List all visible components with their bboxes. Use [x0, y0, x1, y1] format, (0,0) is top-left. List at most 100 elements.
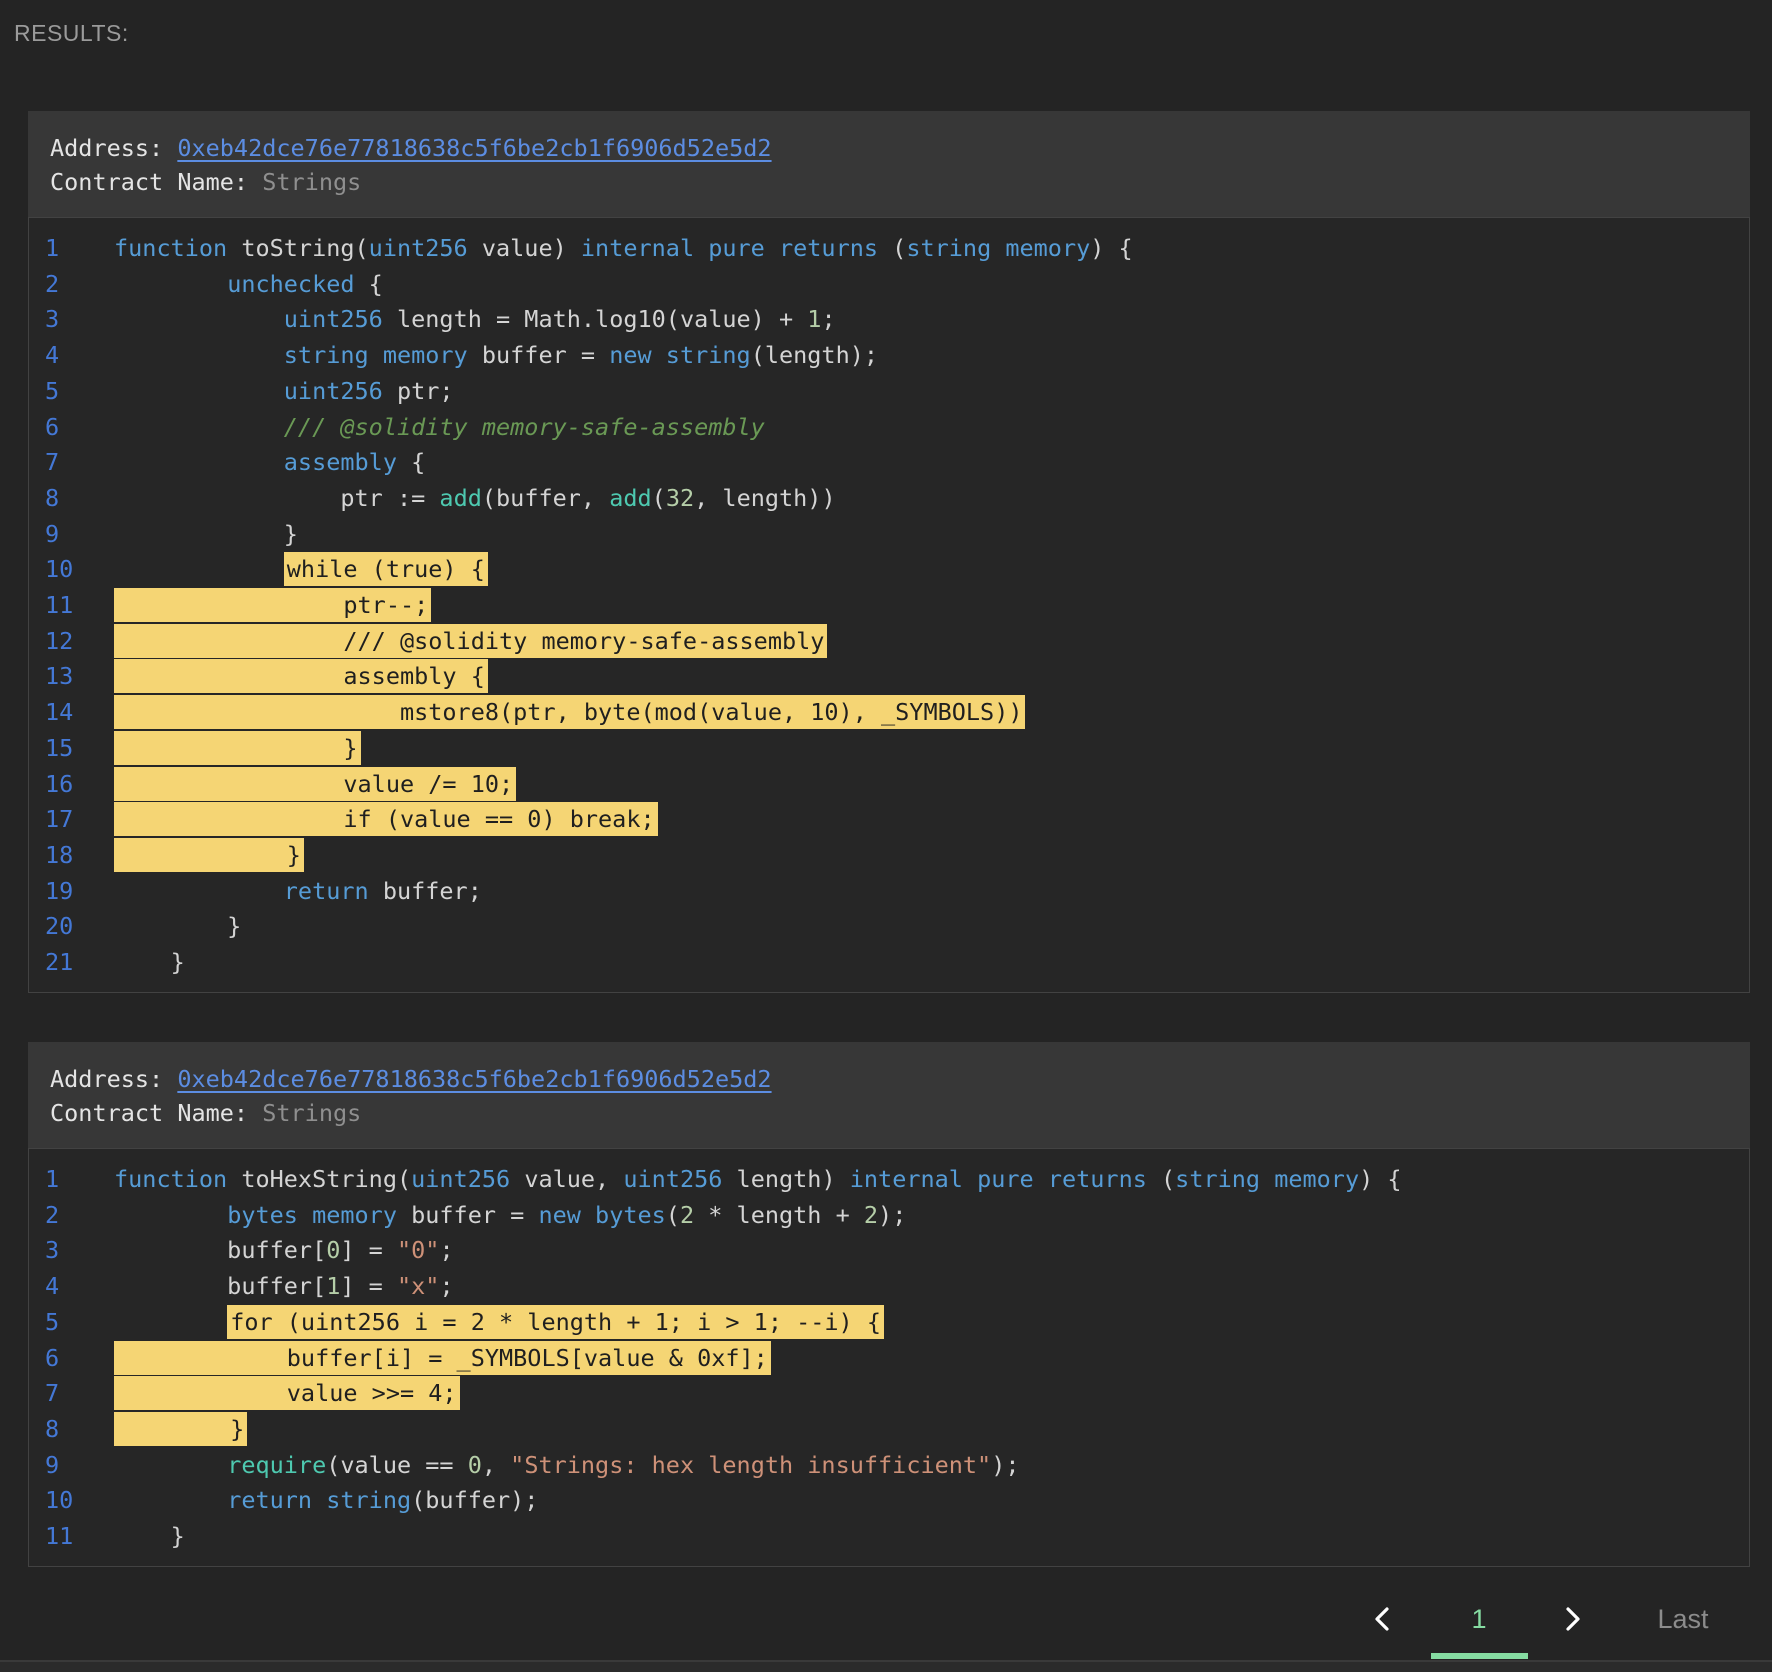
address-label: Address: — [50, 134, 178, 162]
code-text: uint256 ptr; — [283, 376, 454, 405]
results-label: RESULTS: — [14, 20, 129, 46]
line-number: 19 — [45, 876, 74, 905]
search-match-highlight: mstore8(ptr, byte(mod(value, 10), _SYMBO… — [114, 695, 1026, 730]
line-number: 8 — [45, 1414, 60, 1443]
code-block: 1 function toHexString(uint256 value, uin… — [28, 1148, 1750, 1567]
line-number: 4 — [45, 341, 60, 370]
code-text: value /= 10; — [114, 766, 517, 803]
code-line: 8 ptr := add(buffer, add(32, length)) — [29, 481, 1749, 517]
line-number: 11 — [45, 591, 74, 620]
search-match-highlight: value /= 10; — [114, 766, 517, 801]
result-card-header: Address: 0xeb42dce76e77818638c5f6be2cb1f… — [28, 111, 1750, 217]
code-line: 5 uint256 ptr; — [29, 374, 1749, 410]
code-text: require(value == 0, "Strings: hex length… — [227, 1450, 1020, 1479]
address-link[interactable]: 0xeb42dce76e77818638c5f6be2cb1f6906d52e5… — [177, 1065, 771, 1093]
line-number: 6 — [45, 1343, 60, 1372]
line-number: 1 — [45, 234, 60, 262]
code-line: 6 /// @solidity memory-safe-assembly — [29, 410, 1749, 446]
code-line: 1 function toHexString(uint256 value, uin… — [29, 1162, 1749, 1198]
contract-name-label: Contract Name: — [50, 168, 263, 196]
code-line: 3 buffer[0] = "0"; — [29, 1233, 1749, 1269]
code-text: value >>= 4; — [114, 1376, 460, 1412]
line-number: 21 — [45, 948, 74, 977]
search-match-highlight: /// @solidity memory-safe-assembly — [114, 623, 828, 658]
line-number: 18 — [45, 840, 74, 869]
code-text: uint256 length = Math.log10(value) + 1; — [283, 305, 836, 334]
code-text: buffer[i] = _SYMBOLS[value & 0xf]; — [114, 1340, 771, 1377]
code-line: 20 } — [29, 909, 1749, 945]
code-line: 8 } — [29, 1411, 1749, 1448]
code-text: function toString(uint256 value) interna… — [114, 234, 1133, 262]
code-block: 1 function toString(uint256 value) intern… — [28, 217, 1750, 993]
code-line: 2 unchecked { — [29, 267, 1749, 303]
code-line: 9 require(value == 0, "Strings: hex leng… — [29, 1448, 1749, 1484]
line-number: 2 — [45, 1200, 60, 1229]
search-match-highlight: if (value == 0) break; — [114, 802, 658, 837]
code-line: 17 if (value == 0) break; — [29, 802, 1749, 838]
code-text: mstore8(ptr, byte(mod(value, 10), _SYMBO… — [114, 695, 1026, 731]
code-line: 18 } — [29, 837, 1749, 874]
code-text: } — [114, 1411, 248, 1448]
code-text: assembly { — [283, 448, 426, 477]
result-card: Address: 0xeb42dce76e77818638c5f6be2cb1f… — [28, 111, 1750, 993]
line-number: 1 — [45, 1165, 60, 1193]
line-number: 2 — [45, 269, 60, 298]
code-text: return buffer; — [283, 876, 482, 905]
code-line: 21 } — [29, 945, 1749, 981]
line-number: 10 — [45, 555, 74, 584]
search-match-highlight: for (uint256 i = 2 * length + 1; i > 1; … — [227, 1304, 885, 1339]
line-number: 9 — [45, 519, 60, 548]
search-match-highlight: ptr--; — [114, 588, 432, 623]
code-line: 7 value >>= 4; — [29, 1376, 1749, 1412]
search-match-highlight: } — [114, 1411, 248, 1446]
search-match-highlight: buffer[i] = _SYMBOLS[value & 0xf]; — [114, 1340, 771, 1375]
current-page[interactable]: 1 — [1454, 1604, 1504, 1635]
contract-name-label: Contract Name: — [50, 1099, 263, 1127]
code-line: 1 function toString(uint256 value) intern… — [29, 231, 1749, 267]
prev-page-button[interactable] — [1366, 1603, 1400, 1637]
line-number: 3 — [45, 1236, 60, 1265]
contract-name: Strings — [262, 1099, 362, 1127]
line-number: 14 — [45, 698, 74, 727]
code-line: 11 ptr--; — [29, 588, 1749, 624]
line-number: 15 — [45, 733, 74, 762]
search-match-highlight: assembly { — [114, 659, 488, 694]
line-number: 6 — [45, 412, 60, 441]
search-match-highlight: value >>= 4; — [114, 1376, 460, 1411]
code-text: /// @solidity memory-safe-assembly — [283, 412, 765, 441]
code-line: 19 return buffer; — [29, 874, 1749, 910]
code-text: assembly { — [114, 659, 488, 695]
code-line: 3 uint256 length = Math.log10(value) + 1… — [29, 302, 1749, 338]
code-line: 15 } — [29, 730, 1749, 767]
code-line: 14 mstore8(ptr, byte(mod(value, 10), _SY… — [29, 695, 1749, 731]
code-line: 10 return string(buffer); — [29, 1483, 1749, 1519]
code-text: } — [114, 730, 361, 767]
code-text: bytes memory buffer = new bytes(2 * leng… — [227, 1200, 907, 1229]
search-match-highlight: while (true) { — [283, 552, 488, 587]
chevron-left-icon — [1368, 1604, 1398, 1637]
line-number: 7 — [45, 1379, 60, 1408]
line-number: 13 — [45, 662, 74, 691]
line-number: 12 — [45, 626, 74, 655]
result-card-header: Address: 0xeb42dce76e77818638c5f6be2cb1f… — [28, 1042, 1750, 1148]
address-link[interactable]: 0xeb42dce76e77818638c5f6be2cb1f6906d52e5… — [177, 134, 771, 162]
code-line: 9 } — [29, 517, 1749, 553]
code-text: string memory buffer = new string(length… — [283, 341, 879, 370]
code-text: ptr--; — [114, 588, 432, 624]
search-match-highlight: } — [114, 730, 361, 765]
last-page-button[interactable]: Last — [1638, 1604, 1728, 1635]
line-number: 11 — [45, 1522, 74, 1551]
code-text: } — [114, 837, 304, 874]
chevron-right-icon — [1557, 1604, 1587, 1637]
contract-name: Strings — [262, 168, 362, 196]
result-card: Address: 0xeb42dce76e77818638c5f6be2cb1f… — [28, 1042, 1750, 1567]
code-text: /// @solidity memory-safe-assembly — [114, 623, 828, 660]
active-page-indicator — [1431, 1653, 1528, 1659]
line-number: 4 — [45, 1272, 60, 1301]
next-page-button[interactable] — [1555, 1603, 1589, 1637]
code-text: buffer[1] = "x"; — [114, 1272, 454, 1301]
code-text: buffer[0] = "0"; — [114, 1236, 454, 1265]
line-number: 10 — [45, 1486, 74, 1515]
line-number: 16 — [45, 769, 74, 798]
line-number: 3 — [45, 305, 60, 334]
